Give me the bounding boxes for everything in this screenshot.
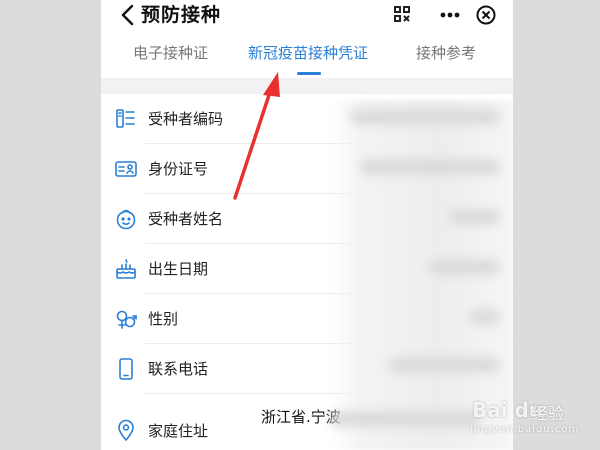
close-circle-icon [476,5,496,25]
page-title: 预防接种 [141,4,222,26]
back-button[interactable] [117,2,139,28]
watermark-cn: 经验 [532,404,565,423]
tab-bar: 电子接种证 新冠疫苗接种凭证 接种参考 [101,34,513,76]
field-label: 受种者编码 [148,110,224,128]
redacted-value [450,210,500,224]
redacted-value [350,110,500,124]
baidu-jingyan-watermark: Bai du 经验 jingyan.baidu.com [452,392,592,442]
redacted-value [390,358,500,372]
watermark-url: jingyan.baidu.com [470,424,580,435]
scan-icon [394,6,410,22]
active-tab-indicator [297,72,321,75]
field-label: 出生日期 [148,260,209,278]
nav-bar: 预防接种 [101,0,513,34]
tab-covid-vaccine-certificate[interactable]: 新冠疫苗接种凭证 [248,42,368,63]
id-card-icon [115,161,137,177]
phone-icon [119,358,133,380]
birthday-cake-icon [116,259,136,279]
tab-vaccination-reference[interactable]: 接种参考 [416,42,476,63]
scan-button[interactable] [384,1,420,29]
back-chevron-icon [121,4,134,26]
field-label: 联系电话 [148,360,209,378]
tab-e-certificate[interactable]: 电子接种证 [133,42,208,63]
phone-screen: 预防接种 电子接种证 新冠疫苗接种凭证 接种参考 受种者编码 身份证号 受种者姓… [101,0,513,450]
field-label: 性别 [148,310,179,328]
redacted-value [360,160,500,174]
location-pin-icon [118,419,134,442]
field-label: 身份证号 [148,160,209,178]
more-icon [440,12,460,18]
field-label: 家庭住址 [148,422,209,440]
face-icon [116,209,136,230]
redacted-value [430,260,500,274]
gender-icon [116,310,137,329]
id-list-icon [116,109,135,128]
home-address-value: 浙江省.宁波 [261,408,341,426]
field-label: 受种者姓名 [148,210,224,228]
redacted-value [470,310,500,324]
more-button[interactable] [427,1,473,29]
close-button[interactable] [471,1,501,29]
section-gap [101,78,513,94]
